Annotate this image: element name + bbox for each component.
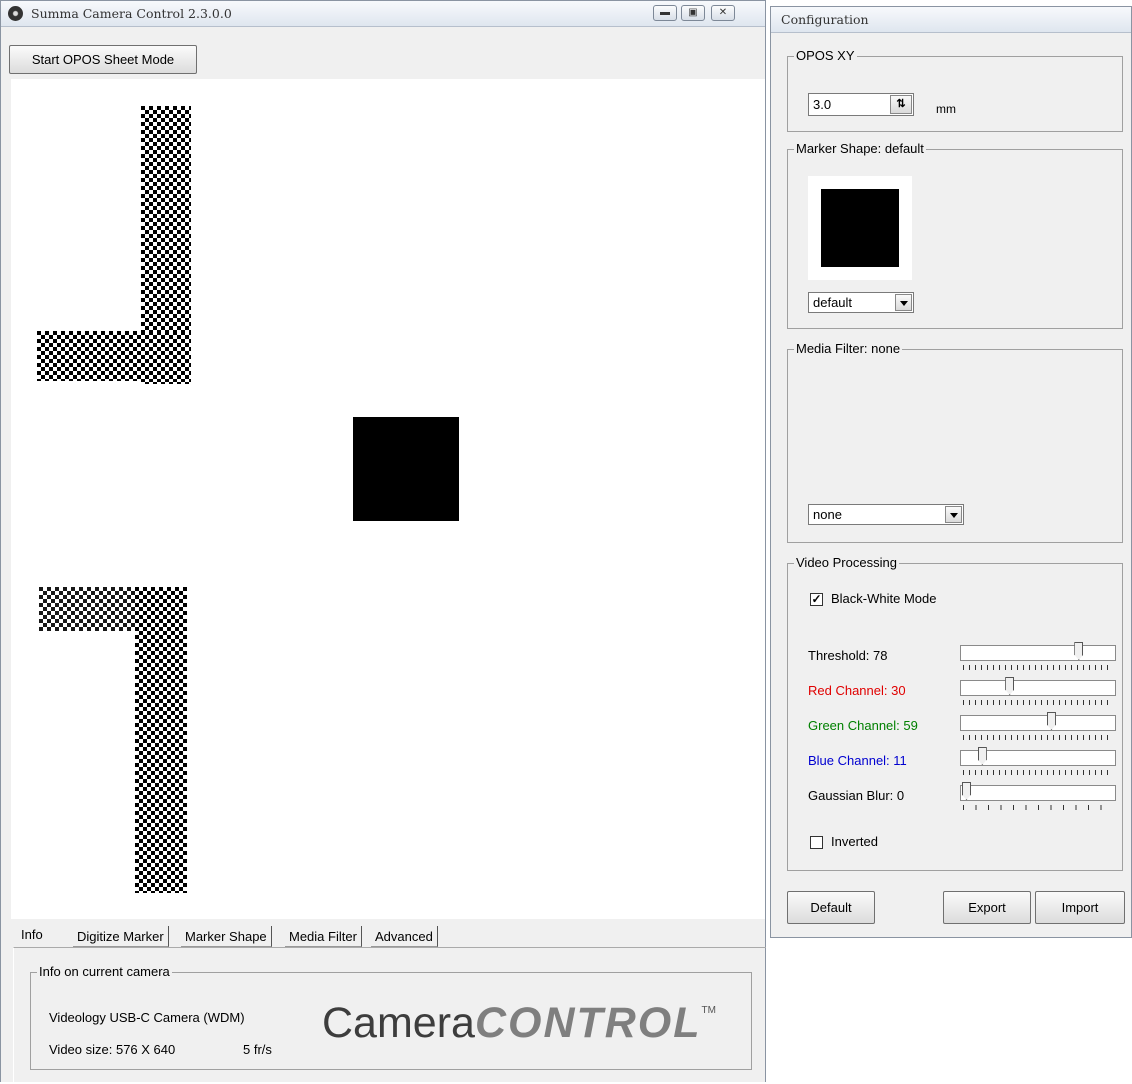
media-filter-title: Media Filter: none [794, 341, 903, 356]
green-channel-slider[interactable] [960, 712, 1118, 746]
info-tab-panel: Info on current camera Videology USB-C C… [13, 947, 766, 1084]
camera-control-logo: CameraCONTROLTM [322, 999, 716, 1047]
video-processing-title: Video Processing [794, 555, 899, 570]
default-button[interactable]: Default [787, 891, 875, 924]
red-channel-slider[interactable] [960, 677, 1118, 711]
video-processing-group: Video Processing ✓ Black-White Mode Thre… [787, 555, 1123, 871]
red-channel-label: Red Channel: 30 [808, 683, 906, 698]
marker-bottom-left-vertical [135, 587, 187, 893]
maximize-icon[interactable]: ▣ [681, 5, 705, 21]
opos-xy-input[interactable]: 3.0 ⇅ [808, 93, 914, 116]
tab-marker-shape[interactable]: Marker Shape [181, 926, 272, 947]
tab-info[interactable]: Info [17, 923, 47, 947]
marker-shape-select[interactable]: default [808, 292, 914, 313]
spinner-arrows-icon[interactable]: ⇅ [890, 95, 912, 114]
video-size: Video size: 576 X 640 [49, 1042, 176, 1057]
marker-shape-preview [808, 176, 912, 280]
opos-xy-group: OPOS XY 3.0 ⇅ mm [787, 48, 1123, 132]
tab-digitize-marker[interactable]: Digitize Marker [73, 926, 169, 947]
export-button[interactable]: Export [943, 891, 1031, 924]
black-white-mode-checkbox[interactable]: ✓ [810, 593, 823, 606]
gaussian-blur-label: Gaussian Blur: 0 [808, 788, 905, 803]
main-titlebar[interactable]: Summa Camera Control 2.3.0.0 ▬ ▣ ✕ [1, 1, 765, 27]
media-filter-select[interactable]: none [808, 504, 964, 525]
inverted-checkbox[interactable] [810, 836, 823, 849]
opos-xy-title: OPOS XY [794, 48, 857, 63]
camera-preview [11, 79, 765, 919]
frame-rate: 5 fr/s [243, 1042, 272, 1057]
threshold-slider[interactable] [960, 642, 1118, 676]
gaussian-blur-slider[interactable] [960, 782, 1118, 816]
configuration-window: Configuration OPOS XY 3.0 ⇅ mm Marker Sh… [770, 6, 1132, 938]
main-window: Summa Camera Control 2.3.0.0 ▬ ▣ ✕ Start… [0, 0, 766, 1084]
marker-shape-title: Marker Shape: default [794, 141, 926, 156]
black-white-mode-label: Black-White Mode [831, 591, 937, 606]
minimize-icon[interactable]: ▬ [653, 5, 677, 21]
blue-channel-label: Blue Channel: 11 [808, 753, 907, 768]
threshold-label: Threshold: 78 [808, 648, 888, 663]
inverted-label: Inverted [831, 834, 878, 849]
marker-center-square [353, 417, 459, 521]
tab-media-filter[interactable]: Media Filter [285, 926, 362, 947]
window-title: Summa Camera Control 2.3.0.0 [31, 6, 232, 21]
media-filter-group: Media Filter: none none [787, 341, 1123, 543]
opos-xy-unit: mm [936, 102, 956, 116]
green-channel-label: Green Channel: 59 [808, 718, 918, 733]
config-title: Configuration [781, 12, 869, 27]
marker-shape-group: Marker Shape: default default [787, 141, 1123, 329]
close-icon[interactable]: ✕ [711, 5, 735, 21]
blue-channel-slider[interactable] [960, 747, 1118, 781]
marker-top-left-horizontal [37, 331, 191, 381]
chevron-down-icon[interactable] [945, 506, 962, 523]
start-opos-sheet-mode-button[interactable]: Start OPOS Sheet Mode [9, 45, 197, 74]
camera-lens-icon [8, 6, 23, 21]
chevron-down-icon[interactable] [895, 294, 912, 311]
square-marker-icon [821, 189, 899, 267]
tab-advanced[interactable]: Advanced [371, 926, 438, 947]
camera-name: Videology USB-C Camera (WDM) [49, 1010, 245, 1025]
info-group-title: Info on current camera [37, 964, 172, 979]
config-titlebar[interactable]: Configuration [771, 7, 1131, 33]
import-button[interactable]: Import [1035, 891, 1125, 924]
